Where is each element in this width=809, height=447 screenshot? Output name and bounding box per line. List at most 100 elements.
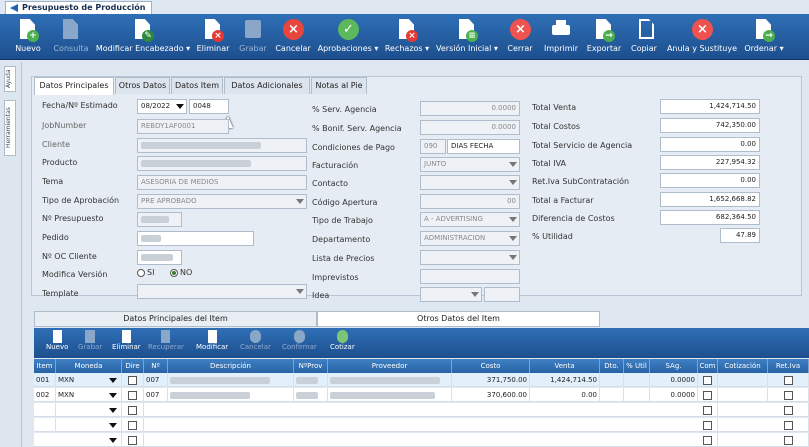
tab-other-data[interactable]: Otros Datos (115, 77, 170, 94)
tools-side-tab[interactable]: Herramientas (4, 100, 16, 156)
ret-iva-checkbox[interactable] (783, 435, 793, 445)
col-ret-iva[interactable]: Ret.Iva (768, 359, 809, 373)
void-replace-button[interactable]: × Anula y Sustituye (664, 14, 740, 60)
presupuesto-field[interactable] (137, 212, 182, 227)
tab-item-main[interactable]: Datos Principales del Item (34, 311, 317, 327)
tab-item-data[interactable]: Datos Item (171, 77, 223, 94)
radio-si-circle[interactable] (137, 268, 145, 277)
table-row[interactable] (34, 433, 809, 447)
item-cancel-button[interactable]: Cancelar (240, 330, 271, 351)
help-side-tab[interactable]: Ayuda (4, 66, 16, 92)
dire-checkbox[interactable] (128, 375, 137, 385)
item-quote-button[interactable]: Cotizar (330, 330, 355, 351)
tipo-trabajo-select[interactable]: A - ADVERTISING (420, 212, 520, 227)
table-row[interactable] (34, 418, 809, 432)
job-field[interactable]: REBDY1AF0001 (137, 119, 229, 134)
contacto-select[interactable] (420, 175, 520, 190)
tipo-aprobacion-select[interactable]: PRE APROBADO (137, 194, 307, 209)
item-confirm-button[interactable]: Confirmar (282, 330, 317, 351)
com-checkbox[interactable] (703, 405, 712, 415)
idea-select[interactable] (420, 287, 482, 302)
template-select[interactable] (137, 284, 307, 299)
table-row[interactable]: 002 MXN 007 370,600.00 0.00 0.0000 (34, 388, 809, 402)
delete-button[interactable]: × Eliminar (193, 14, 233, 60)
col-proveedor[interactable]: Proveedor (328, 359, 452, 373)
radio-no[interactable]: NO (170, 268, 192, 277)
cond-pago-field[interactable]: DIAS FECHA (447, 139, 520, 154)
col-descripcion[interactable]: Descripción (168, 359, 294, 373)
facturacion-select[interactable]: JUNTO (420, 157, 520, 172)
oc-cliente-field[interactable] (137, 250, 182, 265)
tab-footnotes[interactable]: Notas al Pie (311, 77, 367, 94)
chevron-down-icon (509, 255, 517, 260)
col-sag[interactable]: SAg. (650, 359, 698, 373)
consult-button[interactable]: Consulta (50, 14, 92, 60)
order-button[interactable]: → Ordenar ▾ (742, 14, 786, 60)
cancel-button[interactable]: × Cancelar (272, 14, 314, 60)
window-title-tab[interactable]: Presupuesto de Producción (5, 1, 152, 14)
dire-checkbox[interactable] (128, 390, 137, 400)
item-edit-button[interactable]: Modificar (196, 330, 228, 351)
ret-iva-checkbox[interactable] (783, 420, 793, 430)
cliente-field[interactable] (137, 138, 307, 153)
table-row[interactable]: 001 MXN 007 371,750.00 1,424,714.50 0.00… (34, 373, 809, 387)
producto-field[interactable] (137, 156, 307, 171)
ret-iva-checkbox[interactable] (783, 375, 793, 385)
print-button[interactable]: Imprimir (540, 14, 582, 60)
item-new-button[interactable]: Nuevo (46, 330, 68, 351)
export-button[interactable]: → Exportar (583, 14, 625, 60)
col-numero[interactable]: Nº (144, 359, 168, 373)
radio-no-circle[interactable] (170, 268, 178, 277)
col-venta[interactable]: Venta (530, 359, 600, 373)
grid-header: Item Moneda Dire Nº Descripción NºProv P… (34, 359, 809, 373)
codigo-apertura-field[interactable]: 00 (420, 194, 520, 209)
dire-checkbox[interactable] (128, 420, 137, 430)
com-checkbox[interactable] (703, 375, 712, 385)
save-button[interactable]: Grabar (235, 14, 271, 60)
chevron-down-icon (509, 236, 517, 241)
tab-main-data[interactable]: Datos Principales (34, 77, 114, 95)
radio-si[interactable]: SI (137, 268, 154, 277)
col-utilidad[interactable]: % Util (624, 359, 650, 373)
item-delete-button[interactable]: Eliminar (112, 330, 141, 351)
col-costo[interactable]: Costo (452, 359, 530, 373)
rejects-button[interactable]: × Rechazos ▾ (382, 14, 432, 60)
dire-checkbox[interactable] (128, 405, 137, 415)
departamento-select[interactable]: ADMINISTRACION (420, 231, 520, 246)
approvals-button[interactable]: ✓ Aprobaciones ▾ (316, 14, 380, 60)
close-button[interactable]: × Cerrar (502, 14, 538, 60)
bonif-field[interactable]: 0.0000 (420, 120, 520, 135)
col-descuento[interactable]: Dto. (600, 359, 624, 373)
item-save-button[interactable]: Grabar (78, 330, 102, 351)
copy-button[interactable]: Copiar (626, 14, 662, 60)
serv-agencia-field[interactable]: 0.0000 (420, 101, 520, 116)
serv-agencia-label: % Serv. Agencia (312, 105, 377, 114)
idea-field[interactable] (484, 287, 520, 302)
fecha-select[interactable]: 08/2022 (137, 99, 187, 114)
lista-precios-select[interactable] (420, 250, 520, 265)
col-dire[interactable]: Dire (122, 359, 144, 373)
ret-iva-checkbox[interactable] (783, 390, 793, 400)
com-checkbox[interactable] (703, 420, 712, 430)
imprevistos-field[interactable] (420, 269, 520, 284)
pedido-field[interactable] (137, 231, 254, 246)
col-num-prov[interactable]: NºProv (294, 359, 328, 373)
col-item[interactable]: Item (34, 359, 56, 373)
tab-item-other[interactable]: Otros Datos del Item (317, 311, 600, 327)
com-checkbox[interactable] (703, 435, 712, 445)
tab-additional-data[interactable]: Datos Adicionales (224, 77, 310, 94)
table-row[interactable] (34, 403, 809, 417)
dire-checkbox[interactable] (128, 435, 137, 445)
tema-field[interactable]: ASESORIA DE MEDIOS (137, 175, 307, 190)
edit-header-button[interactable]: ✎ Modificar Encabezado ▾ (94, 14, 192, 60)
col-com[interactable]: Com (698, 359, 718, 373)
initial-version-button[interactable]: ≡ Versión Inicial ▾ (434, 14, 500, 60)
new-button[interactable]: + Nuevo (8, 14, 48, 60)
com-checkbox[interactable] (703, 390, 712, 400)
numero-stepper[interactable]: 0048 (189, 99, 229, 114)
cond-pago-code[interactable]: 090 (420, 139, 446, 154)
ret-iva-checkbox[interactable] (783, 405, 793, 415)
col-cotizacion[interactable]: Cotización (718, 359, 768, 373)
item-recover-button[interactable]: Recuperar (148, 330, 184, 351)
col-moneda[interactable]: Moneda (56, 359, 122, 373)
